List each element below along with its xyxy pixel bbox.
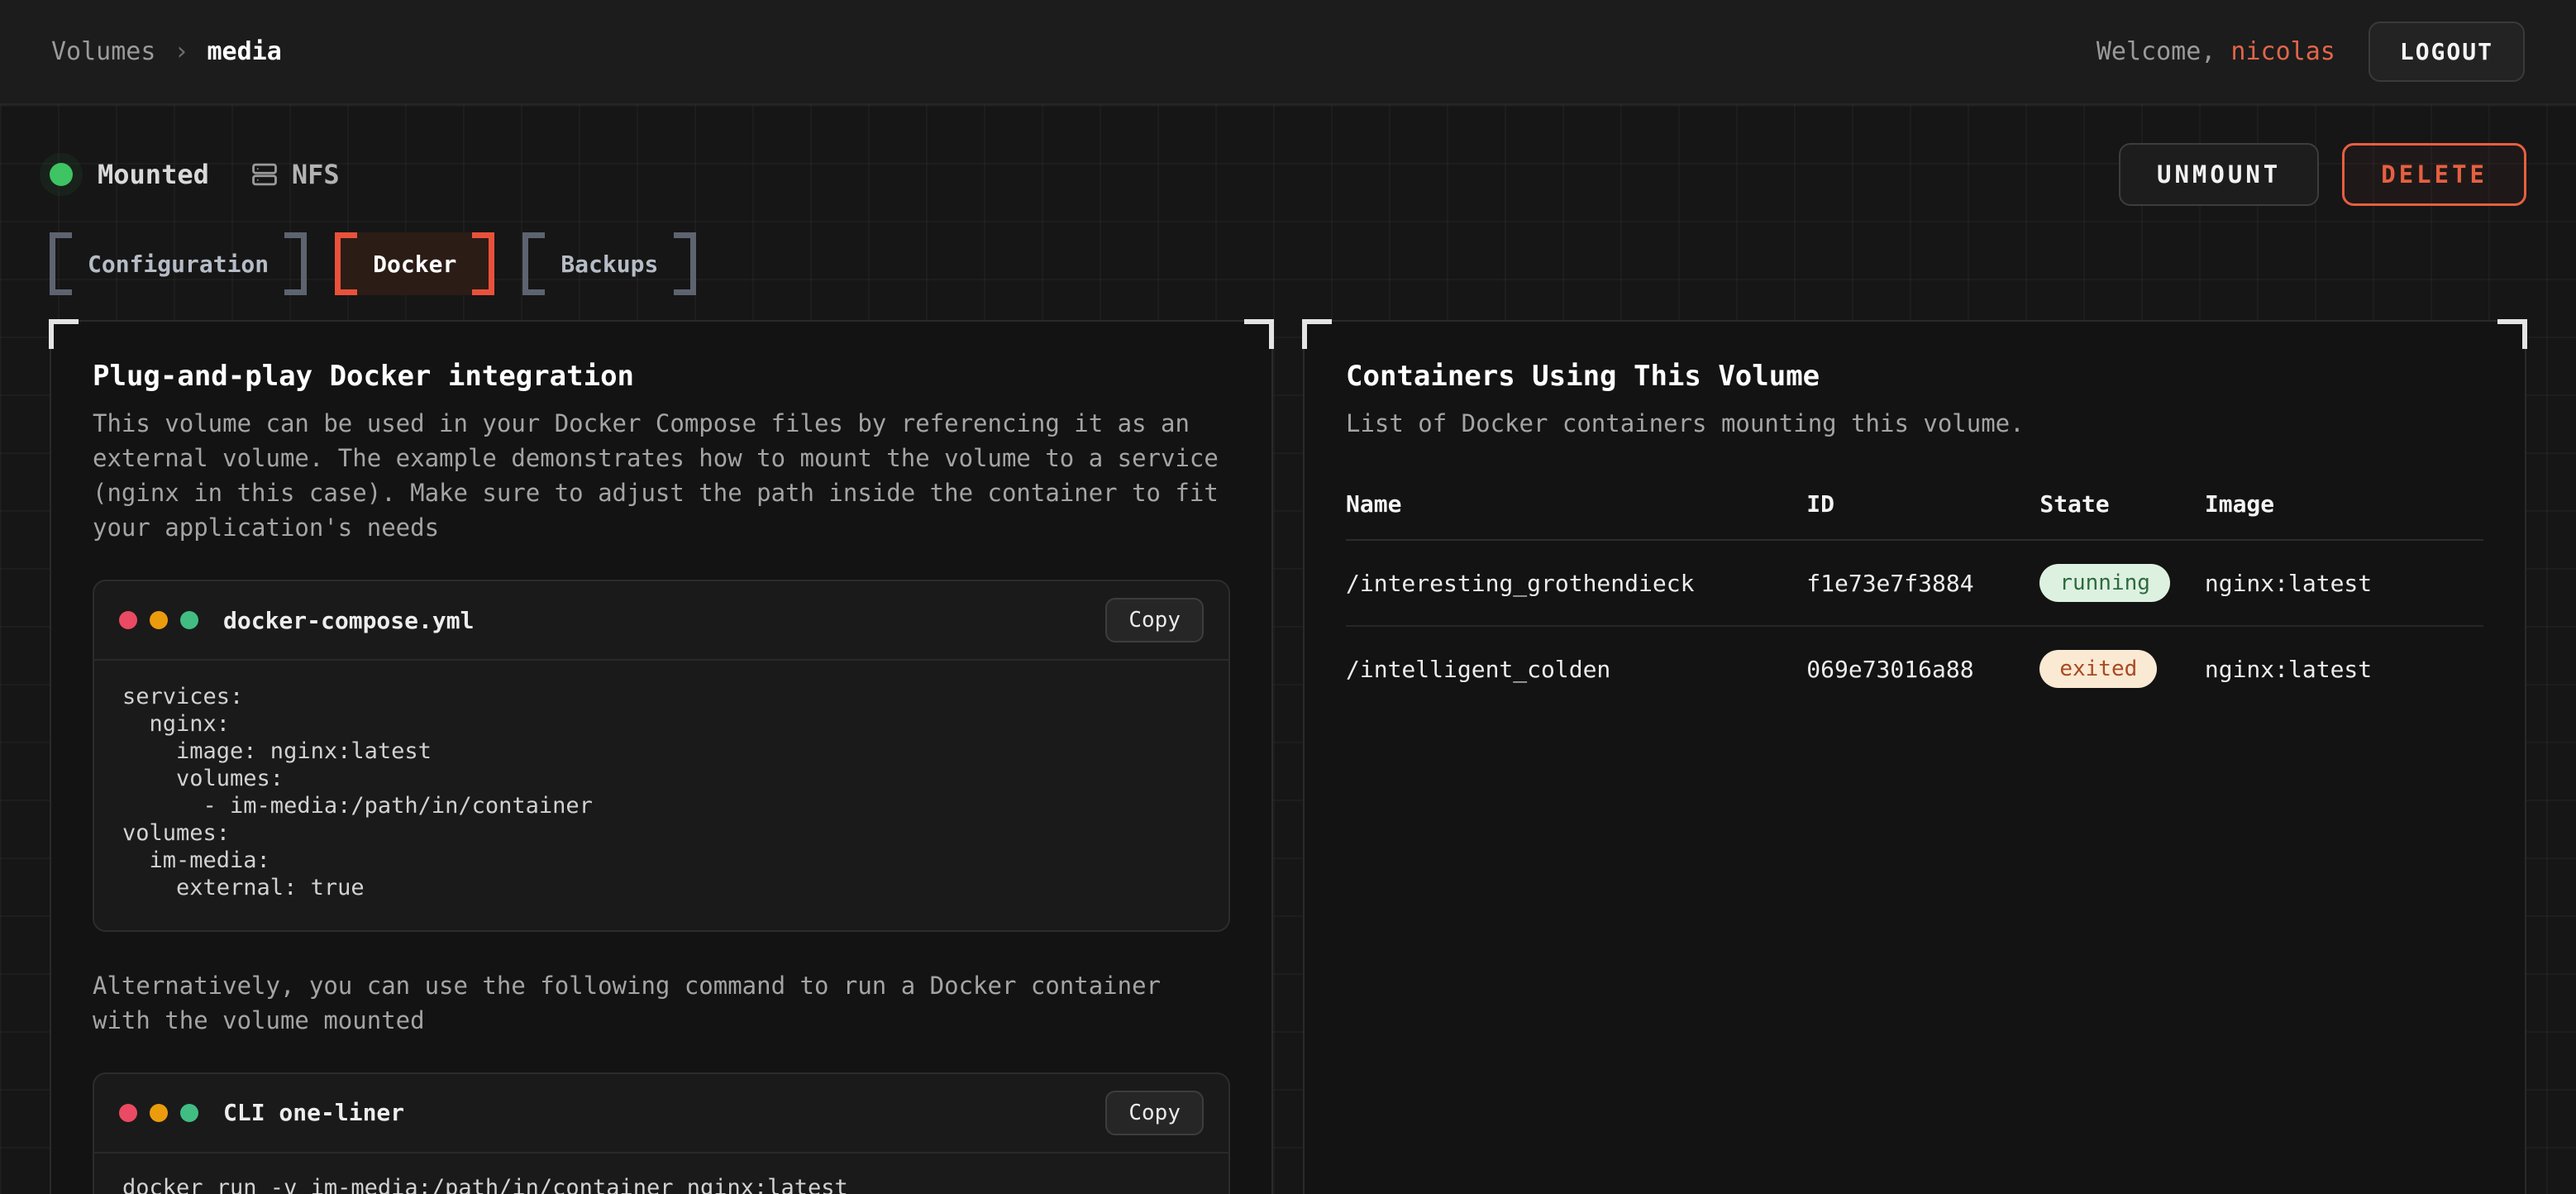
breadcrumb-volumes-link[interactable]: Volumes bbox=[51, 37, 155, 66]
container-name: /intelligent_colden bbox=[1346, 656, 1806, 683]
welcome-text: Welcome, nicolas bbox=[2097, 37, 2335, 66]
window-traffic-lights-icon bbox=[119, 1104, 198, 1122]
cli-filename: CLI one-liner bbox=[223, 1099, 1105, 1126]
tab-configuration[interactable]: Configuration bbox=[50, 232, 307, 295]
volume-status: Mounted NFS bbox=[50, 159, 340, 190]
mounted-status-label: Mounted bbox=[98, 159, 209, 190]
container-image: nginx:latest bbox=[2205, 570, 2483, 597]
containers-panel: Containers Using This Volume List of Doc… bbox=[1303, 320, 2526, 1194]
docker-integration-panel: Plug-and-play Docker integration This vo… bbox=[50, 320, 1273, 1194]
main-content: Mounted NFS UNMOUNT DELETE Configuration bbox=[0, 105, 2576, 1194]
panel-corner-decoration bbox=[49, 319, 79, 349]
chevron-right-icon: › bbox=[174, 37, 188, 66]
table-row: /interesting_grothendieck f1e73e7f3884 r… bbox=[1346, 541, 2483, 627]
containers-table-header: Name ID State Image bbox=[1346, 490, 2483, 541]
panel-corner-decoration bbox=[1244, 319, 1274, 349]
container-id: f1e73e7f3884 bbox=[1806, 570, 2039, 597]
cli-code-card-header: CLI one-liner Copy bbox=[94, 1074, 1228, 1153]
compose-code-text: services: nginx: image: nginx:latest vol… bbox=[122, 684, 1200, 902]
delete-button[interactable]: DELETE bbox=[2342, 143, 2526, 206]
top-bar: Volumes › media Welcome, nicolas LOGOUT bbox=[0, 0, 2576, 105]
traffic-amber-icon bbox=[150, 611, 168, 629]
copy-cli-button[interactable]: Copy bbox=[1105, 1091, 1204, 1135]
cli-intro-text: Alternatively, you can use the following… bbox=[93, 968, 1230, 1038]
user-area: Welcome, nicolas LOGOUT bbox=[2097, 21, 2525, 82]
copy-compose-button[interactable]: Copy bbox=[1105, 598, 1204, 642]
docker-panel-title: Plug-and-play Docker integration bbox=[93, 360, 1230, 393]
docker-panel-description: This volume can be used in your Docker C… bbox=[93, 406, 1230, 545]
panel-corner-decoration bbox=[1302, 319, 1332, 349]
status-badge: exited bbox=[2039, 650, 2157, 688]
compose-code-card: docker-compose.yml Copy services: nginx:… bbox=[93, 580, 1230, 932]
containers-table: Name ID State Image /interesting_grothen… bbox=[1346, 490, 2483, 711]
column-header-state: State bbox=[2039, 490, 2205, 518]
containers-panel-description: List of Docker containers mounting this … bbox=[1346, 406, 2483, 441]
cli-code-text: docker run -v im-media:/path/in/containe… bbox=[122, 1175, 1200, 1194]
tab-backups[interactable]: Backups bbox=[522, 232, 696, 295]
status-badge: running bbox=[2039, 564, 2170, 602]
containers-panel-title: Containers Using This Volume bbox=[1346, 360, 2483, 393]
traffic-red-icon bbox=[119, 611, 137, 629]
driver-label: NFS bbox=[292, 159, 340, 190]
container-name: /interesting_grothendieck bbox=[1346, 570, 1806, 597]
column-header-image: Image bbox=[2205, 490, 2483, 518]
breadcrumb-current-volume: media bbox=[208, 37, 282, 66]
traffic-green-icon bbox=[180, 611, 198, 629]
container-image: nginx:latest bbox=[2205, 656, 2483, 683]
server-stack-icon bbox=[249, 159, 280, 190]
compose-code-card-header: docker-compose.yml Copy bbox=[94, 581, 1228, 661]
column-header-id: ID bbox=[1806, 490, 2039, 518]
panel-corner-decoration bbox=[2497, 319, 2527, 349]
welcome-prefix: Welcome, bbox=[2097, 37, 2231, 66]
traffic-red-icon bbox=[119, 1104, 137, 1122]
compose-filename: docker-compose.yml bbox=[223, 607, 1105, 634]
panels: Plug-and-play Docker integration This vo… bbox=[50, 320, 2526, 1194]
tab-bar: Configuration Docker Backups bbox=[50, 232, 2526, 295]
traffic-amber-icon bbox=[150, 1104, 168, 1122]
breadcrumb: Volumes › media bbox=[51, 37, 282, 66]
traffic-green-icon bbox=[180, 1104, 198, 1122]
unmount-button[interactable]: UNMOUNT bbox=[2119, 143, 2319, 206]
window-traffic-lights-icon bbox=[119, 611, 198, 629]
cli-code-card: CLI one-liner Copy docker run -v im-medi… bbox=[93, 1072, 1230, 1194]
mounted-status-dot-icon bbox=[50, 163, 73, 186]
driver-badge: NFS bbox=[249, 159, 340, 190]
cli-code-body: docker run -v im-media:/path/in/containe… bbox=[94, 1153, 1228, 1194]
status-row: Mounted NFS UNMOUNT DELETE bbox=[50, 143, 2526, 206]
column-header-name: Name bbox=[1346, 490, 1806, 518]
compose-code-body: services: nginx: image: nginx:latest vol… bbox=[94, 661, 1228, 930]
container-id: 069e73016a88 bbox=[1806, 656, 2039, 683]
volume-actions: UNMOUNT DELETE bbox=[2119, 143, 2526, 206]
table-row: /intelligent_colden 069e73016a88 exited … bbox=[1346, 627, 2483, 711]
logout-button[interactable]: LOGOUT bbox=[2368, 21, 2525, 82]
username: nicolas bbox=[2230, 37, 2335, 66]
tab-docker[interactable]: Docker bbox=[335, 232, 494, 295]
